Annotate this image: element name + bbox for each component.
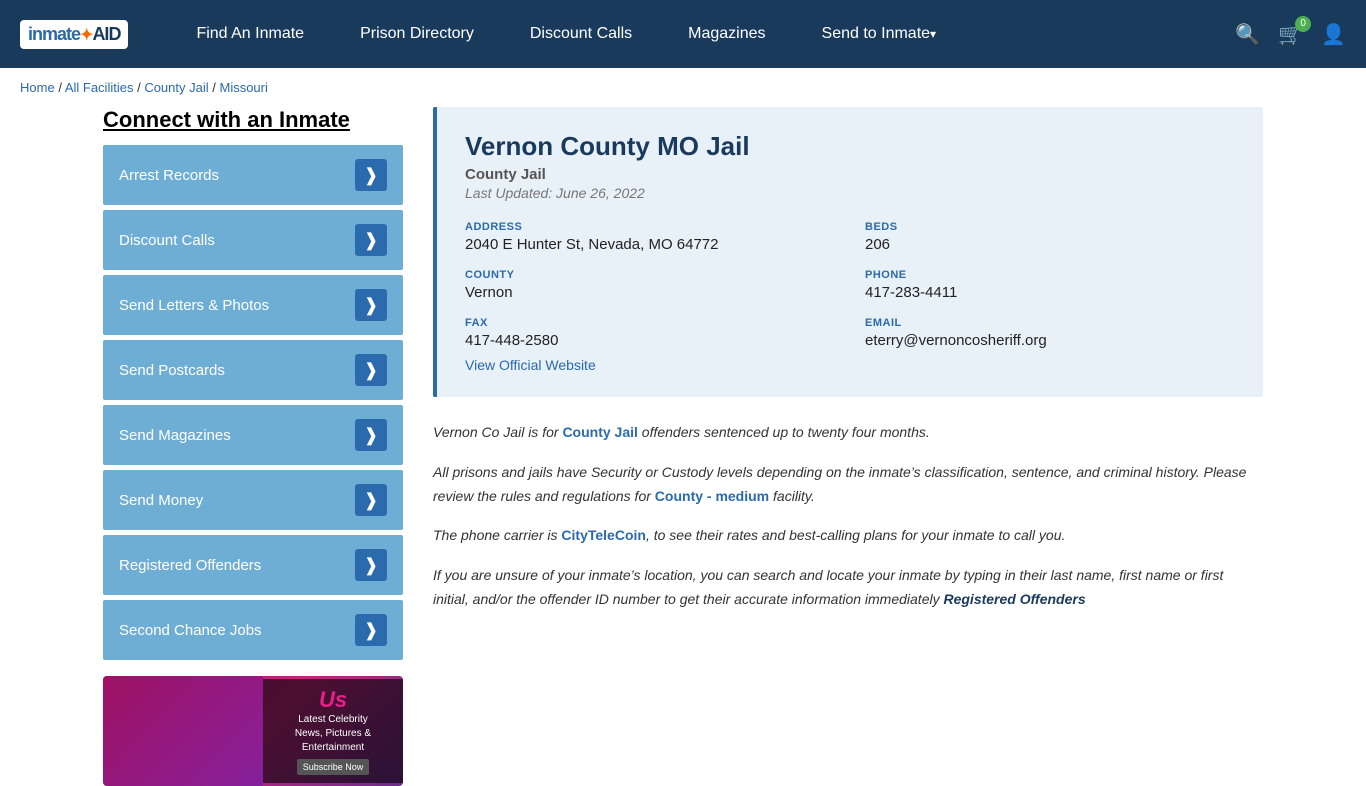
desc-para1-after: offenders sentenced up to twenty four mo… bbox=[638, 424, 930, 440]
sidebar-send-letters[interactable]: Send Letters & Photos ❱ bbox=[103, 275, 403, 335]
county-label: COUNTY bbox=[465, 269, 835, 281]
arrow-icon: ❱ bbox=[355, 419, 387, 451]
sidebar: Connect with an Inmate Arrest Records ❱ … bbox=[103, 107, 403, 786]
county-value: Vernon bbox=[465, 284, 835, 301]
desc-para2-text: All prisons and jails have Security or C… bbox=[433, 464, 1246, 504]
phone-label: PHONE bbox=[865, 269, 1235, 281]
sidebar-send-money[interactable]: Send Money ❱ bbox=[103, 470, 403, 530]
user-icon[interactable]: 👤 bbox=[1321, 22, 1346, 47]
main-content: Vernon County MO Jail County Jail Last U… bbox=[433, 107, 1263, 786]
desc-para4: If you are unsure of your inmate’s locat… bbox=[433, 564, 1263, 612]
nav-prison-directory[interactable]: Prison Directory bbox=[332, 0, 502, 68]
logo-inmate: inmate bbox=[28, 24, 80, 44]
detail-address: ADDRESS 2040 E Hunter St, Nevada, MO 647… bbox=[465, 221, 835, 253]
address-value: 2040 E Hunter St, Nevada, MO 64772 bbox=[465, 236, 835, 253]
detail-phone: PHONE 417-283-4411 bbox=[865, 269, 1235, 301]
beds-label: BEDS bbox=[865, 221, 1235, 233]
detail-fax: FAX 417-448-2580 bbox=[465, 317, 835, 349]
breadcrumb-all-facilities[interactable]: All Facilities bbox=[65, 80, 134, 95]
desc-county-medium-highlight: County - medium bbox=[655, 488, 769, 504]
desc-para3-before: The phone carrier is bbox=[433, 527, 561, 543]
sidebar-send-magazines[interactable]: Send Magazines ❱ bbox=[103, 405, 403, 465]
facility-type: County Jail bbox=[465, 166, 1235, 183]
desc-county-jail-highlight: County Jail bbox=[562, 424, 637, 440]
facility-updated: Last Updated: June 26, 2022 bbox=[465, 185, 1235, 201]
arrow-icon: ❱ bbox=[355, 614, 387, 646]
email-value: eterry@vernoncosheriff.org bbox=[865, 332, 1235, 349]
desc-para1-before: Vernon Co Jail is for bbox=[433, 424, 562, 440]
sidebar-title: Connect with an Inmate bbox=[103, 107, 403, 133]
official-website-link[interactable]: View Official Website bbox=[465, 357, 596, 373]
desc-para3: The phone carrier is CityTeleCoin, to se… bbox=[433, 524, 1263, 548]
cart-icon[interactable]: 🛒 0 bbox=[1278, 22, 1303, 47]
phone-value: 417-283-4411 bbox=[865, 284, 1235, 301]
registered-offenders-link[interactable]: Registered Offenders bbox=[943, 591, 1085, 607]
arrow-icon: ❱ bbox=[355, 549, 387, 581]
ad-brand: Us bbox=[275, 687, 391, 713]
citytelecoin-link[interactable]: CityTeleCoin bbox=[561, 527, 646, 543]
nav-magazines[interactable]: Magazines bbox=[660, 0, 793, 68]
arrow-icon: ❱ bbox=[355, 289, 387, 321]
desc-para1: Vernon Co Jail is for County Jail offend… bbox=[433, 421, 1263, 445]
desc-para3-after: , to see their rates and best-calling pl… bbox=[646, 527, 1065, 543]
logo[interactable]: inmate✦AID bbox=[20, 20, 128, 49]
breadcrumb-county-jail[interactable]: County Jail bbox=[144, 80, 208, 95]
breadcrumb-home[interactable]: Home bbox=[20, 80, 55, 95]
facility-details: ADDRESS 2040 E Hunter St, Nevada, MO 647… bbox=[465, 221, 1235, 349]
arrow-icon: ❱ bbox=[355, 354, 387, 386]
logo-aid: AID bbox=[92, 24, 120, 44]
sidebar-send-postcards[interactable]: Send Postcards ❱ bbox=[103, 340, 403, 400]
sidebar-registered-offenders[interactable]: Registered Offenders ❱ bbox=[103, 535, 403, 595]
description-section: Vernon Co Jail is for County Jail offend… bbox=[433, 421, 1263, 612]
breadcrumb: Home / All Facilities / County Jail / Mi… bbox=[0, 68, 1366, 107]
facility-card: Vernon County MO Jail County Jail Last U… bbox=[433, 107, 1263, 397]
breadcrumb-missouri[interactable]: Missouri bbox=[219, 80, 267, 95]
fax-value: 417-448-2580 bbox=[465, 332, 835, 349]
arrow-icon: ❱ bbox=[355, 224, 387, 256]
navbar-links: Find An Inmate Prison Directory Discount… bbox=[168, 0, 1235, 68]
beds-value: 206 bbox=[865, 236, 1235, 253]
detail-county: COUNTY Vernon bbox=[465, 269, 835, 301]
facility-name: Vernon County MO Jail bbox=[465, 131, 1235, 162]
nav-send-to-inmate[interactable]: Send to Inmate bbox=[794, 0, 965, 68]
detail-beds: BEDS 206 bbox=[865, 221, 1235, 253]
main-layout: Connect with an Inmate Arrest Records ❱ … bbox=[83, 107, 1283, 786]
ad-content: Us Latest Celebrity News, Pictures & Ent… bbox=[263, 679, 403, 783]
ad-text: Latest Celebrity News, Pictures & Entert… bbox=[275, 713, 391, 755]
cart-badge: 0 bbox=[1295, 16, 1311, 32]
logo-icon: ✦ bbox=[80, 27, 92, 44]
address-label: ADDRESS bbox=[465, 221, 835, 233]
sidebar-discount-calls[interactable]: Discount Calls ❱ bbox=[103, 210, 403, 270]
search-icon[interactable]: 🔍 bbox=[1235, 22, 1260, 47]
navbar-icons: 🔍 🛒 0 👤 bbox=[1235, 22, 1346, 47]
nav-find-inmate[interactable]: Find An Inmate bbox=[168, 0, 332, 68]
email-label: EMAIL bbox=[865, 317, 1235, 329]
ad-subscribe-btn[interactable]: Subscribe Now bbox=[297, 759, 370, 775]
nav-discount-calls[interactable]: Discount Calls bbox=[502, 0, 660, 68]
desc-para2: All prisons and jails have Security or C… bbox=[433, 461, 1263, 509]
arrow-icon: ❱ bbox=[355, 484, 387, 516]
desc-para4-text: If you are unsure of your inmate’s locat… bbox=[433, 567, 1223, 607]
sidebar-second-chance-jobs[interactable]: Second Chance Jobs ❱ bbox=[103, 600, 403, 660]
arrow-icon: ❱ bbox=[355, 159, 387, 191]
detail-email: EMAIL eterry@vernoncosheriff.org bbox=[865, 317, 1235, 349]
sidebar-arrest-records[interactable]: Arrest Records ❱ bbox=[103, 145, 403, 205]
fax-label: FAX bbox=[465, 317, 835, 329]
navbar: inmate✦AID Find An Inmate Prison Directo… bbox=[0, 0, 1366, 68]
ad-banner[interactable]: Us Latest Celebrity News, Pictures & Ent… bbox=[103, 676, 403, 786]
desc-para2-after: facility. bbox=[769, 488, 815, 504]
